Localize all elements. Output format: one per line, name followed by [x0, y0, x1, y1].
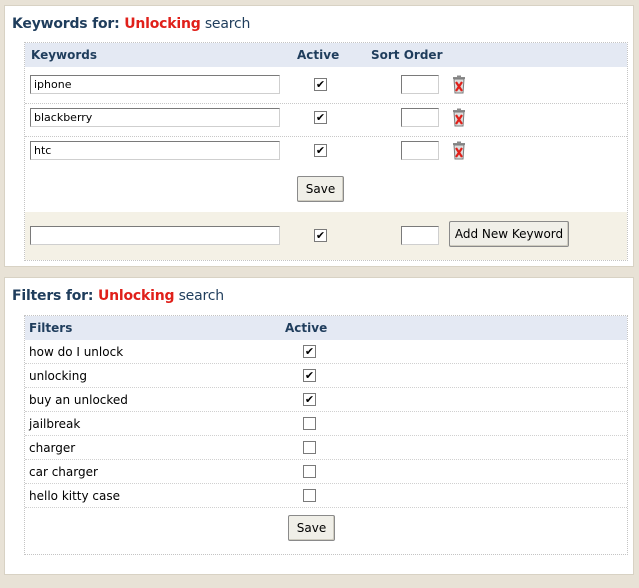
keywords-panel: Keywords for: Unlocking search Keywords …	[4, 5, 634, 267]
keyword-active-checkbox[interactable]: ✔	[314, 144, 327, 157]
save-filters-button[interactable]: Save	[288, 515, 335, 541]
filter-row: jailbreak	[25, 412, 627, 436]
filters-column-header: Filters	[29, 321, 73, 335]
filter-row: charger	[25, 436, 627, 460]
keywords-panel-title: Keywords for: Unlocking search	[12, 16, 250, 32]
keyword-input[interactable]	[30, 108, 280, 127]
filter-row: unlocking ✔	[25, 364, 627, 388]
new-keyword-sort-order-input[interactable]	[401, 226, 439, 245]
new-keyword-active-checkbox[interactable]: ✔	[314, 229, 327, 242]
filters-title-suffix: search	[174, 288, 225, 304]
sort-order-column-header: Sort Order	[371, 48, 443, 62]
trash-icon[interactable]	[451, 108, 467, 127]
add-new-keyword-button[interactable]: Add New Keyword	[449, 221, 569, 247]
filters-panel-title: Filters for: Unlocking search	[12, 288, 224, 304]
sort-order-input[interactable]	[401, 141, 439, 160]
filter-label: charger	[29, 441, 76, 455]
filter-row: buy an unlocked ✔	[25, 388, 627, 412]
filter-row: hello kitty case	[25, 484, 627, 508]
sort-order-input[interactable]	[401, 75, 439, 94]
keyword-active-checkbox[interactable]: ✔	[314, 78, 327, 91]
keywords-title-prefix: Keywords for:	[12, 16, 125, 32]
filter-active-checkbox[interactable]: ✔	[303, 393, 316, 406]
filter-active-checkbox[interactable]: ✔	[303, 345, 316, 358]
filter-label: car charger	[29, 465, 98, 479]
filters-table: Filters Active how do I unlock ✔ unlocking…	[24, 315, 628, 555]
keywords-title-highlight: Unlocking	[124, 16, 201, 32]
filter-label: jailbreak	[29, 417, 81, 431]
filters-title-highlight: Unlocking	[97, 288, 175, 304]
filter-label: how do I unlock	[29, 345, 124, 359]
keywords-table: Keywords Active Sort Order ✔ ✔ ✔ Save ✔ Ad…	[24, 42, 628, 261]
filter-row: how do I unlock ✔	[25, 340, 627, 364]
new-keyword-input[interactable]	[30, 226, 280, 245]
save-keywords-button[interactable]: Save	[297, 176, 344, 202]
filters-panel: Filters for: Unlocking search Filters Ac…	[4, 277, 634, 575]
trash-icon[interactable]	[451, 75, 467, 94]
filter-label: unlocking	[29, 369, 87, 383]
keywords-column-header: Keywords	[31, 48, 98, 62]
filter-active-checkbox[interactable]	[303, 441, 316, 454]
keyword-row: ✔	[25, 70, 627, 103]
filters-header-row: Filters Active	[25, 316, 627, 340]
sort-order-input[interactable]	[401, 108, 439, 127]
keywords-title-suffix: search	[200, 16, 251, 32]
keyword-active-checkbox[interactable]: ✔	[314, 111, 327, 124]
filter-active-checkbox[interactable]	[303, 489, 316, 502]
keywords-header-row: Keywords Active Sort Order	[25, 43, 627, 67]
filter-label: buy an unlocked	[29, 393, 128, 407]
filter-row: car charger	[25, 460, 627, 484]
keyword-input[interactable]	[30, 75, 280, 94]
filter-active-checkbox[interactable]	[303, 417, 316, 430]
keyword-input[interactable]	[30, 141, 280, 160]
filter-active-checkbox[interactable]	[303, 465, 316, 478]
filter-active-checkbox[interactable]: ✔	[303, 369, 316, 382]
add-keyword-row: ✔ Add New Keyword	[25, 212, 627, 260]
filter-label: hello kitty case	[29, 489, 121, 503]
active-column-header: Active	[297, 48, 340, 62]
filters-active-column-header: Active	[285, 321, 328, 335]
trash-icon[interactable]	[451, 141, 467, 160]
filters-title-prefix: Filters for:	[12, 288, 98, 304]
keyword-row: ✔	[25, 136, 627, 169]
keyword-row: ✔	[25, 103, 627, 136]
